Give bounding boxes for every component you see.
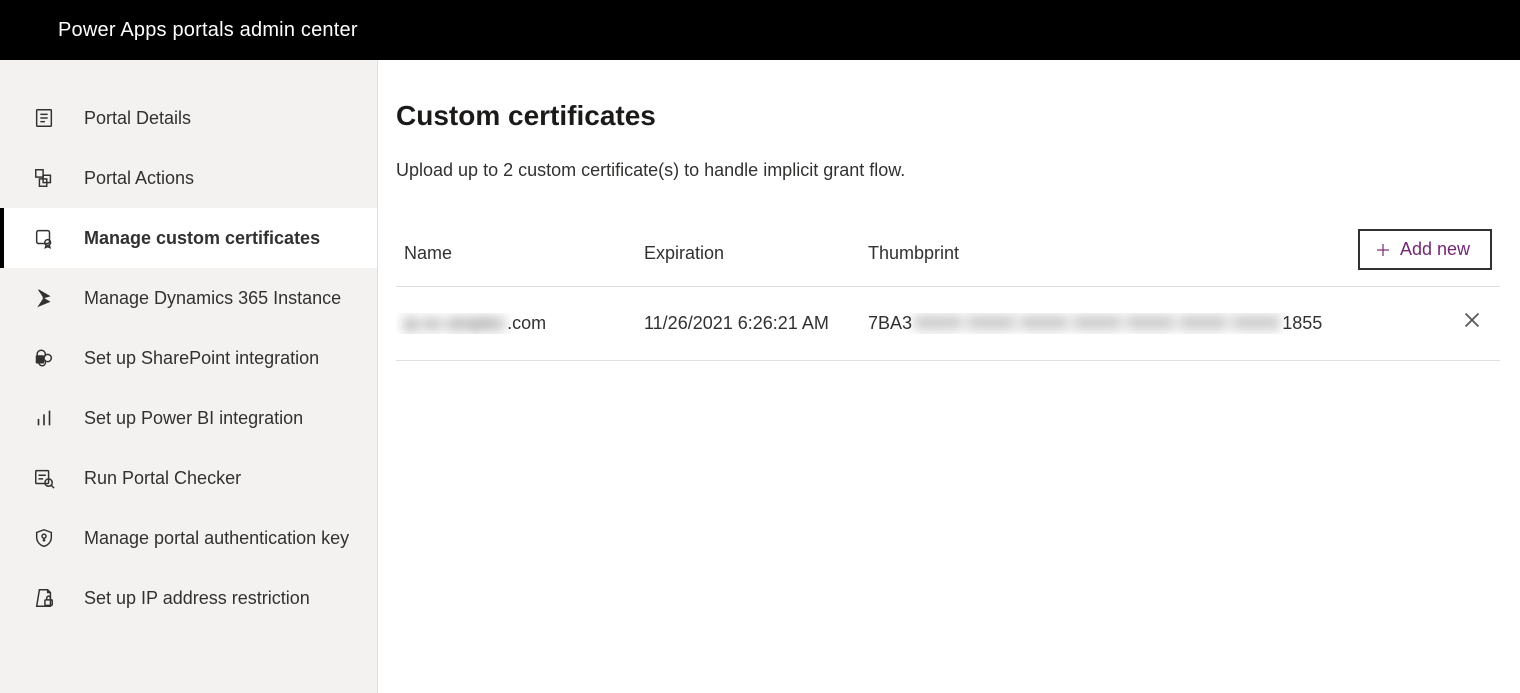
- certificates-table: Name Expiration Thumbprint Add new ip ex…: [396, 237, 1500, 361]
- plus-icon: [1374, 241, 1392, 259]
- app-title: Power Apps portals admin center: [58, 19, 358, 42]
- sidebar-nav: Portal Details Portal Actions Manage cus…: [0, 60, 378, 693]
- sidebar-item-portal-checker[interactable]: Run Portal Checker: [0, 448, 377, 508]
- column-header-thumbprint: Thumbprint: [868, 243, 1330, 264]
- actions-icon: [32, 166, 56, 190]
- add-new-button[interactable]: Add new: [1358, 229, 1492, 270]
- cell-thumbprint-suffix: 1855: [1282, 313, 1322, 334]
- cell-name-hidden: ip ex amples: [404, 313, 505, 334]
- certificate-icon: [32, 226, 56, 250]
- sidebar-item-label: Run Portal Checker: [84, 466, 357, 490]
- sharepoint-icon: S: [32, 346, 56, 370]
- auth-key-icon: [32, 526, 56, 550]
- sidebar-item-powerbi[interactable]: Set up Power BI integration: [0, 388, 377, 448]
- details-icon: [32, 106, 56, 130]
- sidebar-item-label: Portal Actions: [84, 166, 357, 190]
- checker-icon: [32, 466, 56, 490]
- sidebar-item-portal-actions[interactable]: Portal Actions: [0, 148, 377, 208]
- sidebar-item-sharepoint[interactable]: S Set up SharePoint integration: [0, 328, 377, 388]
- sidebar-item-label: Manage Dynamics 365 Instance: [84, 286, 357, 310]
- sidebar-item-label: Set up Power BI integration: [84, 406, 357, 430]
- page-description: Upload up to 2 custom certificate(s) to …: [396, 160, 1500, 181]
- sidebar-item-label: Manage portal authentication key: [84, 526, 357, 550]
- sidebar-item-label: Manage custom certificates: [84, 226, 357, 250]
- cell-thumbprint-hidden: XXXX XXXX XXXX XXXX XXXX XXXX XXXX: [914, 313, 1280, 334]
- svg-text:S: S: [38, 357, 42, 364]
- ip-restriction-icon: [32, 586, 56, 610]
- cell-expiration: 11/26/2021 6:26:21 AM: [644, 313, 868, 334]
- sidebar-item-portal-details[interactable]: Portal Details: [0, 88, 377, 148]
- cell-thumbprint-prefix: 7BA3: [868, 313, 912, 334]
- cell-thumbprint: 7BA3 XXXX XXXX XXXX XXXX XXXX XXXX XXXX …: [868, 313, 1330, 334]
- cell-name-suffix: .com: [507, 313, 546, 334]
- sidebar-item-label: Portal Details: [84, 106, 357, 130]
- sidebar-item-label: Set up IP address restriction: [84, 586, 357, 610]
- dynamics-icon: [32, 286, 56, 310]
- table-header-row: Name Expiration Thumbprint Add new: [396, 237, 1500, 287]
- sidebar-item-auth-key[interactable]: Manage portal authentication key: [0, 508, 377, 568]
- sidebar-item-manage-dynamics[interactable]: Manage Dynamics 365 Instance: [0, 268, 377, 328]
- table-row: ip ex amples .com 11/26/2021 6:26:21 AM …: [396, 287, 1500, 361]
- column-header-expiration: Expiration: [644, 243, 868, 264]
- add-new-label: Add new: [1400, 239, 1470, 260]
- main-content: Custom certificates Upload up to 2 custo…: [378, 60, 1520, 693]
- sidebar-item-manage-certificates[interactable]: Manage custom certificates: [0, 208, 377, 268]
- sidebar-item-ip-restriction[interactable]: Set up IP address restriction: [0, 568, 377, 628]
- page-title: Custom certificates: [396, 100, 1500, 132]
- close-icon: [1461, 309, 1483, 338]
- column-header-name: Name: [396, 243, 644, 264]
- app-header: Power Apps portals admin center: [0, 0, 1520, 60]
- sidebar-item-label: Set up SharePoint integration: [84, 346, 357, 370]
- delete-row-button[interactable]: [1452, 304, 1492, 344]
- cell-name: ip ex amples .com: [396, 313, 644, 334]
- powerbi-icon: [32, 406, 56, 430]
